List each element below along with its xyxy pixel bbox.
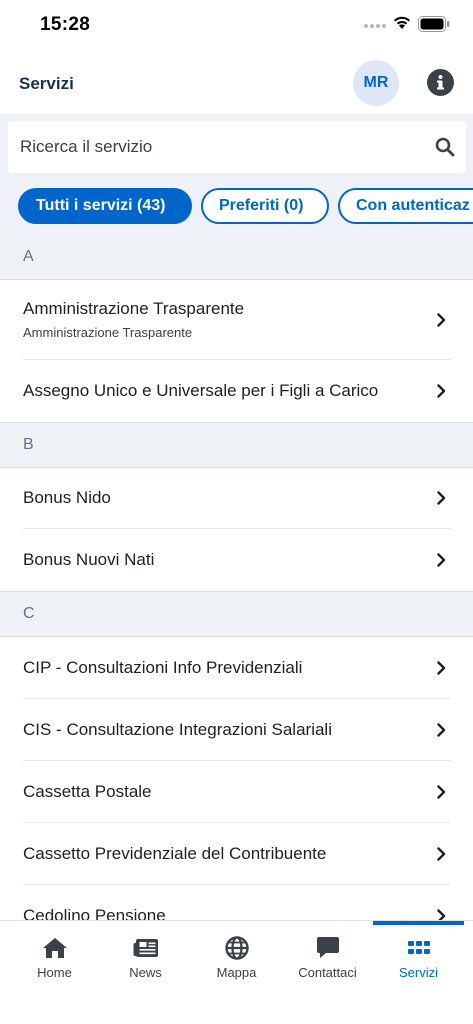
chevron-right-icon <box>437 784 446 799</box>
filter-chips: Tutti i servizi (43) Preferiti (0) Con a… <box>0 180 473 234</box>
chevron-right-icon <box>437 491 446 505</box>
list-item-title: Cassetto Previdenziale del Contribuente <box>23 843 327 863</box>
section-header-c: C <box>0 591 473 637</box>
tab-map-label: Mappa <box>216 965 257 980</box>
tab-services-label: Servizi <box>398 965 438 980</box>
chevron-right-icon <box>437 553 446 567</box>
list-item-subtitle: Amministrazione Trasparente <box>23 325 193 340</box>
list-item-title: CIS - Consultazione Integrazioni Salaria… <box>23 719 332 739</box>
list-item[interactable]: Cedolino Pensione <box>23 885 450 920</box>
chevron-right-icon <box>437 312 446 327</box>
tab-contact[interactable]: Contattaci <box>282 921 373 991</box>
list-item-title: Amministrazione Trasparente <box>23 299 245 318</box>
search-area <box>0 114 473 180</box>
list-item[interactable]: Assegno Unico e Universale per i Figli a… <box>23 360 450 422</box>
tab-home-label: Home <box>37 965 72 980</box>
avatar[interactable]: MR <box>353 60 399 106</box>
list-item-title: Bonus Nido <box>23 488 111 507</box>
filter-chip-authenticated[interactable]: Con autenticaz <box>338 188 473 224</box>
chevron-right-icon <box>437 722 446 737</box>
section-header-b: B <box>0 422 473 468</box>
list-item-title: Assegno Unico e Universale per i Figli a… <box>23 381 379 400</box>
status-time: 15:28 <box>40 14 91 35</box>
wifi-icon <box>394 16 410 29</box>
chevron-right-icon <box>437 660 446 675</box>
list-item-title: Cassetta Postale <box>23 781 152 801</box>
filter-chip-all[interactable]: Tutti i servizi (43) <box>18 188 192 224</box>
list-item[interactable]: CIP - Consultazioni Info Previdenziali <box>23 637 450 699</box>
app-header: Servizi MR <box>0 52 473 112</box>
home-icon <box>42 938 67 958</box>
list-item[interactable]: Bonus Nido <box>23 468 450 529</box>
news-icon <box>133 939 158 957</box>
battery-icon <box>418 16 450 32</box>
tab-bar: Home News Mappa Contattaci Servizi <box>0 920 473 1024</box>
list-item-title: Bonus Nuovi Nati <box>23 550 155 569</box>
chevron-right-icon <box>437 909 446 920</box>
list-item[interactable]: Bonus Nuovi Nati <box>23 529 450 591</box>
list-item-title: CIP - Consultazioni Info Previdenziali <box>23 657 303 677</box>
signal-icon <box>364 24 386 30</box>
search-input[interactable] <box>20 121 420 173</box>
tab-services[interactable]: Servizi <box>373 921 464 991</box>
tab-news[interactable]: News <box>100 921 191 991</box>
chevron-right-icon <box>437 384 446 398</box>
tab-home[interactable]: Home <box>9 921 100 991</box>
info-icon[interactable] <box>427 69 454 96</box>
filter-chip-favorites[interactable]: Preferiti (0) <box>201 188 329 224</box>
grid-icon <box>407 941 430 954</box>
list-item[interactable]: Cassetta Postale <box>23 761 450 823</box>
chat-icon <box>316 937 339 958</box>
info-glyph-icon <box>437 75 444 90</box>
page-title: Servizi <box>19 74 74 93</box>
tab-contact-label: Contattaci <box>298 965 357 980</box>
section-header-a: A <box>0 234 473 280</box>
chevron-right-icon <box>437 846 446 861</box>
tab-news-label: News <box>129 965 162 980</box>
status-bar: 15:28 <box>0 0 473 52</box>
globe-icon <box>224 936 249 960</box>
list-item-title: Cedolino Pensione <box>23 906 166 920</box>
search-icon[interactable] <box>435 137 455 157</box>
tab-map[interactable]: Mappa <box>191 921 282 991</box>
services-list[interactable]: A Amministrazione Trasparente Amministra… <box>0 234 473 920</box>
list-item[interactable]: Cassetto Previdenziale del Contribuente <box>23 823 450 885</box>
list-item[interactable]: Amministrazione Trasparente Amministrazi… <box>23 280 450 360</box>
search-box <box>8 121 466 173</box>
list-item[interactable]: CIS - Consultazione Integrazioni Salaria… <box>23 699 450 761</box>
